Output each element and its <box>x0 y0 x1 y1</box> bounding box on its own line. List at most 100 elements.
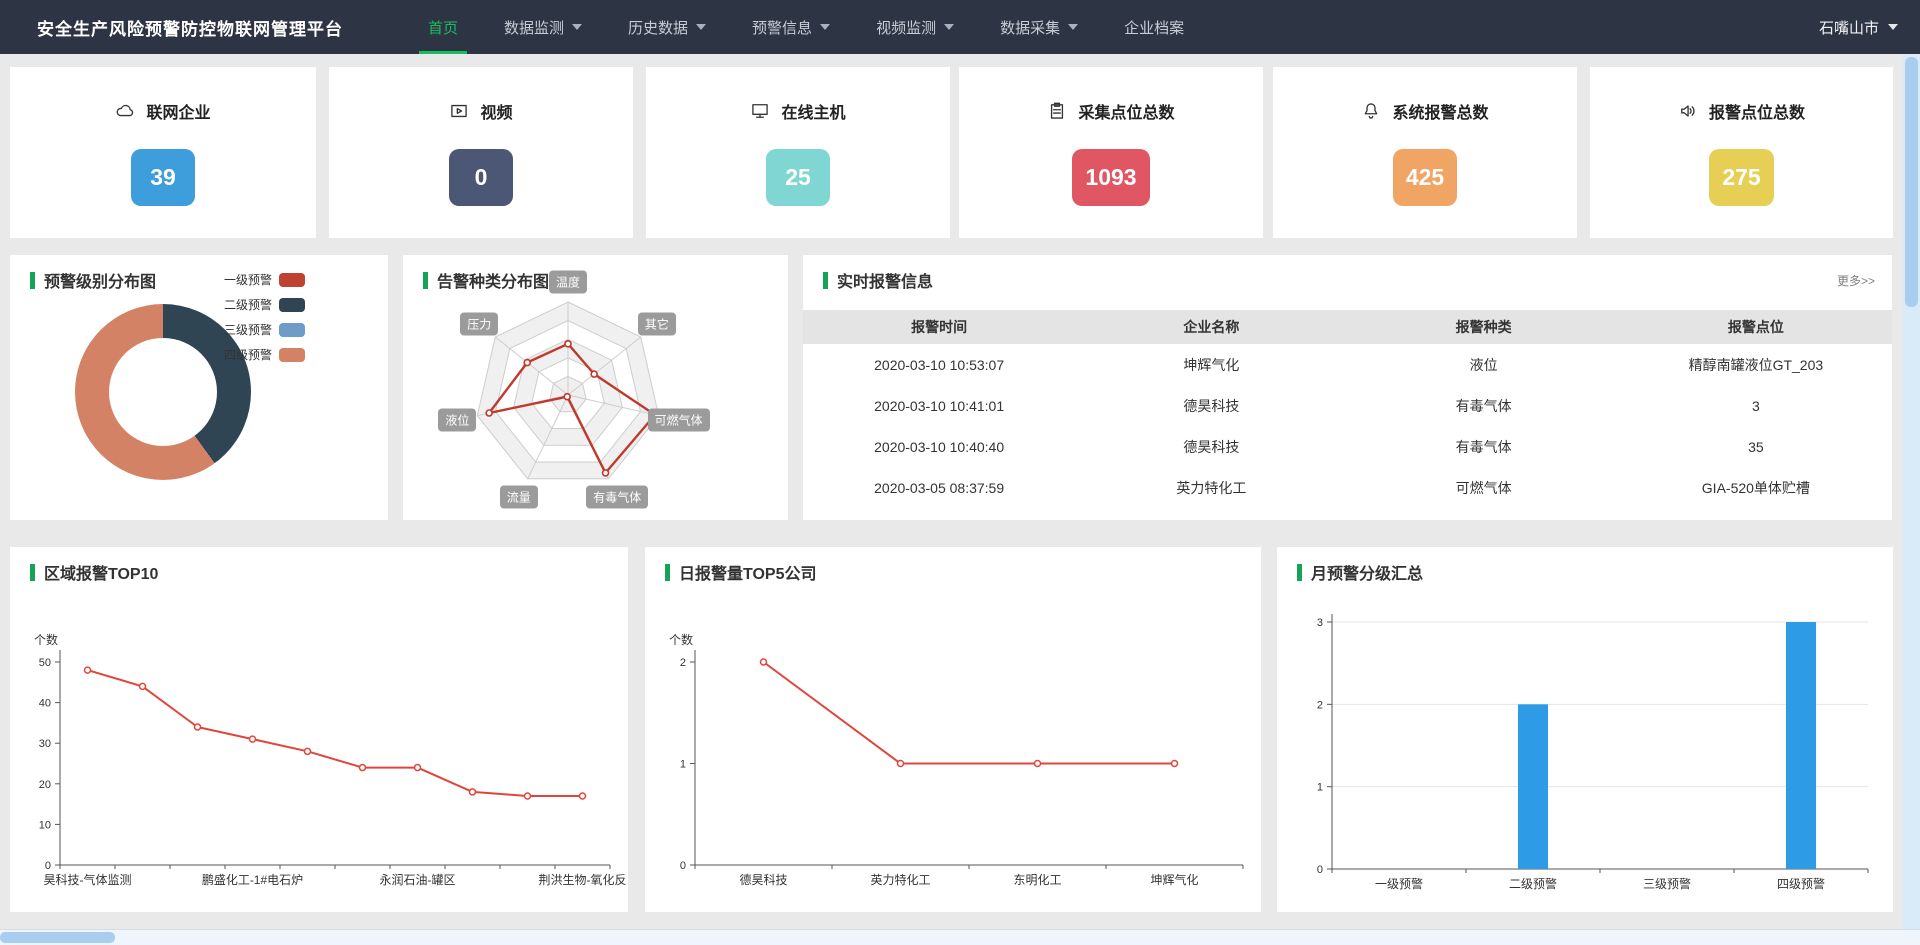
data-point <box>85 667 91 673</box>
stat-card-4: 系统报警总数425 <box>1273 67 1577 238</box>
stat-card-head: 采集点位总数 <box>959 99 1263 123</box>
speaker-icon <box>1678 101 1698 121</box>
region-top10-panel: 区域报警TOP10 01020304050个数昊科技-气体监测鹏盛化工-1#电石… <box>10 547 628 912</box>
more-link[interactable]: 更多>> <box>1837 272 1875 289</box>
series-line <box>764 662 1175 764</box>
table-cell: 坤辉气化 <box>1075 355 1347 375</box>
stat-card-head: 联网企业 <box>10 99 316 123</box>
y-tick-label: 0 <box>45 860 51 872</box>
legend-item-label: 四级预警 <box>220 346 272 363</box>
app-title: 安全生产风险预警防控物联网管理平台 <box>37 15 343 40</box>
vertical-scrollbar-thumb[interactable] <box>1905 57 1918 307</box>
monthly-levels-bar-chart: 0123一级预警二级预警三级预警四级预警 <box>1277 547 1893 912</box>
x-tick-label: 永润石油-罐区 <box>380 873 456 887</box>
table-cell: 2020-03-10 10:53:07 <box>803 357 1075 373</box>
table-cell: 可燃气体 <box>1348 478 1620 498</box>
data-point <box>898 761 904 767</box>
stat-card-label: 系统报警总数 <box>1392 99 1488 123</box>
top-navbar: 安全生产风险预警防控物联网管理平台 首页 数据监测 历史数据 预警信息视频监测 数据采集… <box>0 0 1920 54</box>
data-point <box>360 765 366 771</box>
daily-top5-panel: 日报警量TOP5公司 012个数德昊科技英力特化工东明化工坤辉气化 <box>645 547 1261 912</box>
table-header-cell: 报警点位 <box>1620 317 1892 337</box>
region-selector[interactable]: 石嘴山市 <box>1819 17 1898 38</box>
bar <box>1518 704 1548 869</box>
radar-data-point <box>603 470 609 476</box>
table-cell: 3 <box>1620 398 1892 414</box>
x-tick-label: 英力特化工 <box>870 872 930 887</box>
stat-card-label: 采集点位总数 <box>1078 99 1174 123</box>
monthly-levels-svg: 0123一级预警二级预警三级预警四级预警 <box>1277 547 1893 912</box>
radar-axis-label: 压力 <box>460 313 498 336</box>
x-tick-label: 昊科技-气体监测 <box>44 872 132 887</box>
radar-data-point <box>486 410 492 416</box>
radar-data-point <box>591 371 597 377</box>
chevron-down-icon <box>1068 24 1078 30</box>
main-menu: 首页 数据监测 历史数据 预警信息视频监测 数据采集 企业档案 <box>405 0 1207 54</box>
y-tick-label: 20 <box>39 779 51 791</box>
table-cell: 英力特化工 <box>1075 478 1347 498</box>
radar-axis-label: 有毒气体 <box>586 486 648 509</box>
data-point <box>415 765 421 771</box>
panel-title-text: 实时报警信息 <box>837 268 933 292</box>
legend-item-1[interactable]: 二级预警 <box>220 292 305 317</box>
table-cell: 德昊科技 <box>1075 437 1347 457</box>
nav-item-1[interactable]: 数据监测 <box>489 0 597 54</box>
table-row[interactable]: 2020-03-10 10:40:40德昊科技有毒气体35 <box>803 426 1892 467</box>
table-cell: GIA-520单体贮槽 <box>1620 478 1892 498</box>
nav-item-4[interactable]: 视频监测 <box>861 0 969 54</box>
stat-card-label: 联网企业 <box>146 99 210 123</box>
donut-hole <box>109 338 217 446</box>
chevron-down-icon <box>820 24 830 30</box>
y-axis-name: 个数 <box>34 632 58 647</box>
data-point <box>1172 761 1178 767</box>
x-tick-label: 荆洪生物-氧化反 <box>539 873 627 887</box>
nav-item-label: 历史数据 <box>628 17 688 38</box>
legend-item-2[interactable]: 三级预警 <box>220 317 305 342</box>
nav-item-2[interactable]: 历史数据 <box>613 0 721 54</box>
legend-item-swatch <box>279 273 305 287</box>
table-cell: 2020-03-10 10:40:40 <box>803 439 1075 455</box>
y-tick-label: 2 <box>1317 699 1323 711</box>
panel-title-text: 告警种类分布图 <box>437 268 549 292</box>
title-accent-bar <box>1297 564 1302 581</box>
nav-item-0[interactable]: 首页 <box>413 0 473 54</box>
monthly-levels-panel: 月预警分级汇总 0123一级预警二级预警三级预警四级预警 <box>1277 547 1893 912</box>
chevron-down-icon <box>696 24 706 30</box>
x-tick-label: 二级预警 <box>1509 876 1557 891</box>
x-tick-label: 坤辉气化 <box>1150 872 1198 887</box>
y-tick-label: 10 <box>39 819 51 831</box>
data-point <box>305 748 311 754</box>
table-header-cell: 报警时间 <box>803 317 1075 337</box>
legend-item-label: 二级预警 <box>220 296 272 313</box>
horizontal-scrollbar-thumb[interactable] <box>0 932 115 943</box>
legend-item-3[interactable]: 四级预警 <box>220 342 305 367</box>
video-icon <box>449 101 469 121</box>
table-cell: 35 <box>1620 439 1892 455</box>
radar-data-point <box>524 360 530 366</box>
horizontal-scrollbar[interactable] <box>0 929 1920 945</box>
radar-axis-label: 可燃气体 <box>648 409 710 432</box>
nav-item-label: 数据监测 <box>504 17 564 38</box>
nav-item-6[interactable]: 企业档案 <box>1109 0 1199 54</box>
radar-data-point <box>565 341 571 347</box>
table-row[interactable]: 2020-03-05 08:37:59英力特化工可燃气体GIA-520单体贮槽 <box>803 467 1892 508</box>
legend-item-swatch <box>279 348 305 362</box>
table-row[interactable]: 2020-03-10 10:41:01德昊科技有毒气体3 <box>803 385 1892 426</box>
radar-data-point <box>564 394 570 400</box>
stat-card-value-badge: 275 <box>1709 149 1773 206</box>
stat-card-value-badge: 1093 <box>1072 149 1149 206</box>
legend-item-label: 一级预警 <box>220 271 272 288</box>
stat-card-value-badge: 39 <box>131 149 195 206</box>
x-tick-label: 三级预警 <box>1643 876 1691 891</box>
nav-item-label: 数据采集 <box>1000 17 1060 38</box>
nav-item-5[interactable]: 数据采集 <box>985 0 1093 54</box>
table-cell: 液位 <box>1348 355 1620 375</box>
alarm-type-radar-chart: 温度其它可燃气体有毒气体流量液位压力 <box>403 255 788 520</box>
table-row[interactable]: 2020-03-10 10:53:07坤辉气化液位精醇南罐液位GT_203 <box>803 344 1892 385</box>
realtime-alarm-table: 2020-03-10 10:53:07坤辉气化液位精醇南罐液位GT_203202… <box>803 344 1892 508</box>
panel-title: 月预警分级汇总 <box>1297 560 1423 584</box>
vertical-scrollbar[interactable] <box>1903 55 1920 931</box>
stat-card-0: 联网企业 39 <box>10 67 316 238</box>
legend-item-0[interactable]: 一级预警 <box>220 267 305 292</box>
nav-item-3[interactable]: 预警信息 <box>737 0 845 54</box>
